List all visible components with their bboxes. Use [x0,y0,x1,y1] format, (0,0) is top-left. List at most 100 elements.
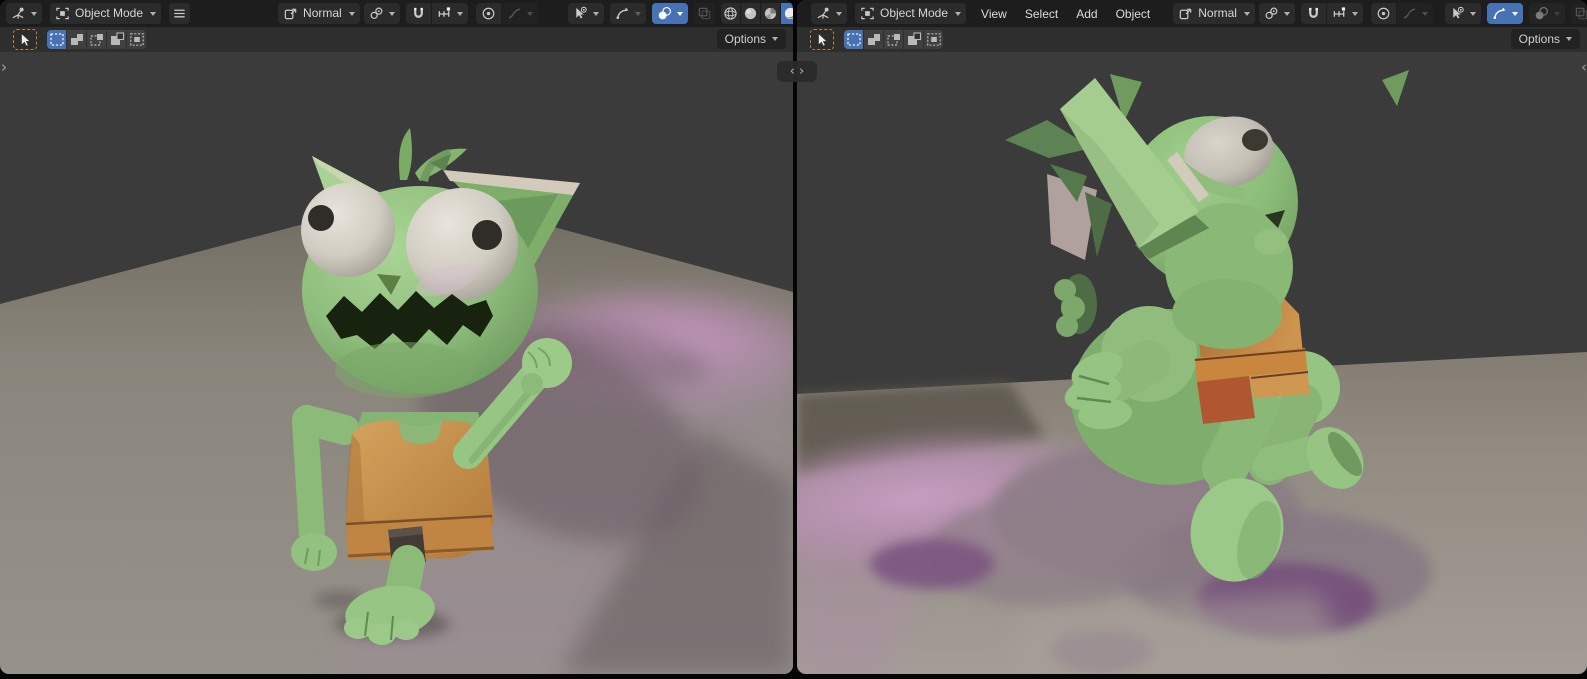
select-extend-icon [866,32,882,47]
tool-options-dropdown[interactable]: Options [1510,29,1580,49]
select-mode-extend-button[interactable] [864,30,883,49]
mode-label: Object Mode [880,6,949,20]
select-mode-extend-button[interactable] [67,30,86,49]
chevron-down-icon [1469,11,1476,16]
proportional-editing-toggle[interactable] [475,3,501,24]
snap-toggle[interactable] [1300,3,1326,24]
collapsed-menus-button[interactable] [169,3,191,24]
xray-squares-icon [1574,6,1587,21]
chevron-down-icon [1511,11,1518,16]
snap-toggle[interactable] [405,3,431,24]
active-tool-select-box-button[interactable] [13,29,37,50]
orientation-label: Normal [1198,6,1237,20]
3d-canvas-left[interactable]: › [0,52,793,674]
sidebar-region-toggle-right[interactable]: ‹ [1581,60,1587,75]
chevron-left-icon: ‹ [789,64,795,79]
falloff-curve-icon [507,6,522,21]
wireframe-sphere-icon [723,6,738,21]
select-subtract-icon [886,32,902,47]
mode-label: Object Mode [75,6,144,20]
snap-settings-dropdown[interactable] [1326,3,1363,24]
proportional-group [1370,3,1433,24]
viewport-3d-right: Object Mode View Select Add Object Norma… [797,0,1587,674]
select-box-cursor-icon [17,32,33,48]
select-mode-set-button[interactable] [47,30,66,49]
transform-orientation-dropdown[interactable]: Normal [278,3,360,24]
select-mode-intersect-button[interactable] [924,30,943,49]
hamburger-icon [172,6,187,21]
select-mode-subtract-button[interactable] [87,30,106,49]
xray-squares-icon [697,6,712,21]
proportional-falloff-dropdown [1396,3,1433,24]
show-gizmos-toggle[interactable] [1486,3,1523,24]
magnet-icon [411,6,426,21]
blender-window: Object Mode Normal Options › Object Mode… [0,0,1587,679]
snapping-group [1300,3,1363,24]
editor-3d-viewport-icon [816,6,831,21]
select-mode-intersect-button[interactable] [127,30,146,49]
snap-target-icon [437,6,452,21]
proportional-editing-icon [481,6,496,21]
menu-object[interactable]: Object [1107,1,1160,26]
overlays-circles-icon [657,6,672,21]
falloff-curve-icon [1402,6,1417,21]
menu-add[interactable]: Add [1067,1,1106,26]
select-set-icon [846,32,862,47]
split-view-handle[interactable]: ‹ › [777,61,817,82]
3d-canvas-right[interactable]: ‹ [797,52,1587,674]
select-intersect-icon [926,32,942,47]
snap-settings-dropdown[interactable] [431,3,468,24]
shading-material-button[interactable] [760,3,780,24]
proportional-editing-toggle[interactable] [1370,3,1396,24]
show-object-types-dropdown[interactable] [567,3,604,24]
show-object-types-dropdown[interactable] [1444,3,1481,24]
object-mode-icon [55,6,70,21]
chevron-down-icon [772,37,778,41]
menu-select[interactable]: Select [1016,1,1067,26]
menu-view[interactable]: View [972,1,1016,26]
chevron-down-icon [676,11,683,16]
rendered-scene-left [0,52,793,674]
eye-cursor-icon [1450,6,1465,21]
shading-wireframe-button[interactable] [720,3,740,24]
shading-rendered-button[interactable] [780,3,793,24]
chevron-right-icon: › [799,64,805,79]
eye-cursor-icon [573,6,588,21]
show-gizmos-toggle[interactable] [609,3,646,24]
mode-dropdown[interactable]: Object Mode [855,3,967,24]
active-tool-select-box-button[interactable] [810,29,834,50]
chevron-down-icon [836,11,842,16]
show-overlays-toggle[interactable] [1528,3,1565,24]
viewport-header-right: Object Mode View Select Add Object Norma… [797,0,1587,27]
snapping-group [405,3,468,24]
transform-orientation-dropdown[interactable]: Normal [1173,3,1255,24]
chevron-down-icon [1553,11,1560,16]
tool-options-dropdown[interactable]: Options [716,29,786,49]
transform-orientation-icon [283,6,298,21]
pivot-point-icon [369,6,384,21]
options-label: Options [724,32,766,46]
pivot-point-dropdown[interactable] [363,3,400,24]
gizmo-arc-icon [1492,6,1507,21]
editor-type-button[interactable] [6,3,42,24]
select-invert-icon [109,32,125,47]
chevron-down-icon [1243,11,1250,16]
select-mode-set-button[interactable] [844,30,863,49]
pivot-point-dropdown[interactable] [1258,3,1295,24]
select-subtract-icon [89,32,105,47]
viewport-header-left: Object Mode Normal [0,0,793,27]
overlays-circles-icon [1534,6,1549,21]
editor-type-button[interactable] [811,3,847,24]
rendered-sphere-icon [783,6,793,21]
orientation-label: Normal [303,6,342,20]
pivot-point-icon [1264,6,1279,21]
select-mode-invert-button[interactable] [107,30,126,49]
material-sphere-icon [763,6,778,21]
rendered-scene-right [797,52,1587,674]
select-mode-subtract-button[interactable] [884,30,903,49]
mode-dropdown[interactable]: Object Mode [50,3,162,24]
shading-solid-button[interactable] [740,3,760,24]
toolbar-region-toggle-far-left[interactable]: › [1,60,7,75]
show-overlays-toggle[interactable] [651,3,688,24]
select-mode-invert-button[interactable] [904,30,923,49]
